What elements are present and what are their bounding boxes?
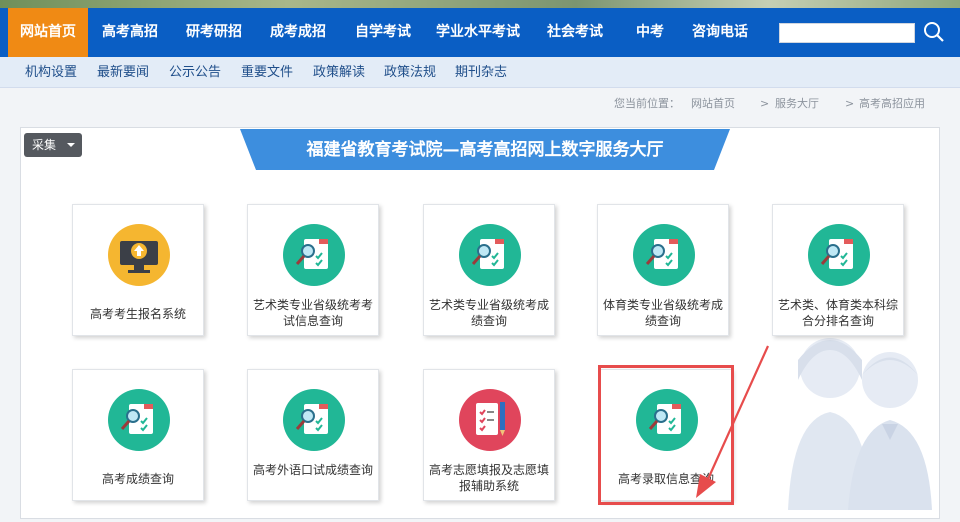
nav-item-gaokao[interactable]: 高考高招 [90, 8, 170, 57]
breadcrumb-separator: > [760, 97, 770, 110]
report-search-icon [282, 223, 346, 287]
header-image-strip [0, 0, 960, 8]
nav-item-hotline[interactable]: 咨询电话 [680, 8, 760, 57]
collect-label: 采集 [32, 138, 57, 152]
collect-dropdown-button[interactable]: 采集 [24, 133, 82, 157]
page-title: 福建省教育考试院—高考高招网上数字服务大厅 [306, 140, 664, 160]
service-card-label: 高考考生报名系统 [89, 307, 186, 321]
nav-item-xueye[interactable]: 学业水平考试 [428, 8, 528, 57]
subnav-item-regulations[interactable]: 政策法规 [384, 57, 436, 88]
service-card-registration[interactable]: 高考考生报名系统 [72, 204, 204, 336]
service-card-oral-english-score[interactable]: 高考外语口试成绩查询 [247, 369, 379, 501]
subnav-item-news[interactable]: 最新要闻 [97, 57, 149, 88]
service-card-label: 艺术类专业省级统考成绩查询 [428, 298, 549, 328]
service-card-admission-query[interactable]: 高考录取信息查询 [600, 369, 732, 501]
service-card-label: 高考成绩查询 [101, 472, 174, 486]
nav-item-zixue[interactable]: 自学考试 [343, 8, 423, 57]
service-card-label: 高考志愿填报及志愿填报辅助系统 [428, 463, 549, 493]
nav-item-yankao[interactable]: 研考研招 [174, 8, 254, 57]
service-card-label: 高考外语口试成绩查询 [252, 463, 373, 477]
service-card-art-pe-ranking[interactable]: 艺术类、体育类本科综合分排名查询 [772, 204, 904, 336]
service-card-gaokao-score[interactable]: 高考成绩查询 [72, 369, 204, 501]
breadcrumb-item-service-hall[interactable]: 服务大厅 [775, 97, 819, 111]
subnav-item-documents[interactable]: 重要文件 [241, 57, 293, 88]
subnav-item-interpretation[interactable]: 政策解读 [313, 57, 365, 88]
service-card-art-exam-score[interactable]: 艺术类专业省级统考成绩查询 [423, 204, 555, 336]
nav-item-zhongkao[interactable]: 中考 [622, 8, 678, 57]
subnav-item-org[interactable]: 机构设置 [25, 57, 77, 88]
mascot-illustration [788, 338, 932, 510]
breadcrumb-prefix: 您当前位置： [614, 97, 680, 110]
service-card-label: 体育类专业省级统考成绩查询 [602, 298, 723, 328]
report-search-icon [458, 223, 522, 287]
report-search-icon [107, 388, 171, 452]
report-search-icon [282, 388, 346, 452]
nav-item-chengkao[interactable]: 成考成招 [258, 8, 338, 57]
report-search-icon [635, 388, 699, 452]
subnav-item-notices[interactable]: 公示公告 [169, 57, 221, 88]
nav-item-shehui[interactable]: 社会考试 [540, 8, 610, 57]
search-input[interactable] [779, 23, 915, 43]
nav-item-home[interactable]: 网站首页 [8, 8, 88, 57]
search-icon[interactable] [922, 20, 946, 44]
report-search-icon [632, 223, 696, 287]
service-card-volunteer-system[interactable]: 高考志愿填报及志愿填报辅助系统 [423, 369, 555, 501]
service-card-label: 高考录取信息查询 [617, 472, 714, 486]
computer-upload-icon [107, 223, 171, 287]
breadcrumb-separator: > [845, 97, 855, 110]
service-card-label: 艺术类、体育类本科综合分排名查询 [777, 298, 898, 328]
caret-down-icon [67, 143, 75, 147]
report-search-icon [807, 223, 871, 287]
service-card-label: 艺术类专业省级统考考试信息查询 [252, 298, 373, 328]
breadcrumb-item-home[interactable]: 网站首页 [691, 97, 735, 111]
service-card-art-exam-info[interactable]: 艺术类专业省级统考考试信息查询 [247, 204, 379, 336]
checklist-pencil-icon [458, 388, 522, 452]
breadcrumb-item-current: 高考高招应用 [859, 97, 925, 110]
service-card-pe-exam-score[interactable]: 体育类专业省级统考成绩查询 [597, 204, 729, 336]
subnav-item-journals[interactable]: 期刊杂志 [455, 57, 507, 88]
